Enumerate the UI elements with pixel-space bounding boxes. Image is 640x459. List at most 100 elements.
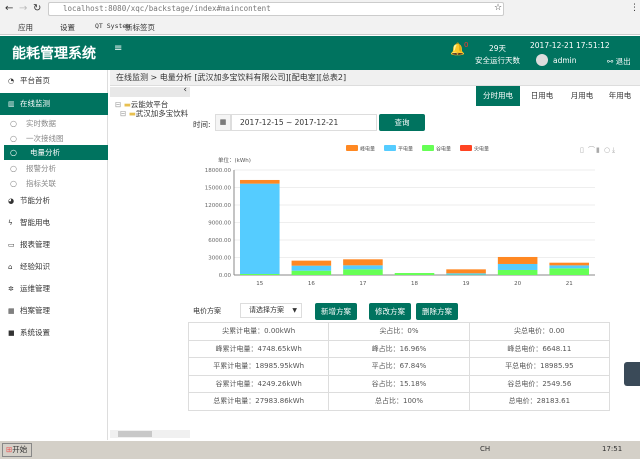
stat-cell: 平累计电量：18985.95kWh	[187, 357, 330, 376]
add-scheme-button[interactable]: 新增方案	[315, 303, 357, 320]
y-tick-label: 9000.00	[208, 221, 231, 227]
tree-node-company[interactable]: ⊟ ▬武汉加多宝饮料	[120, 108, 188, 119]
sidebar-item-saving[interactable]: ◕ 节能分析	[0, 192, 108, 210]
sidebar-item-home[interactable]: ◔ 平台首页	[0, 72, 108, 90]
label: 档案管理	[20, 306, 50, 315]
teamviewer-widget[interactable]	[624, 362, 640, 386]
table-row: 平累计电量：18985.95kWh 平占比：67.84% 平总电价：18985.95	[187, 357, 611, 376]
monitor-icon: ▭	[8, 241, 15, 249]
legend-label: 峰电量	[360, 146, 375, 153]
pie-chart-icon: ◕	[8, 197, 15, 205]
bar-segment	[497, 263, 538, 270]
start-button[interactable]: ⊞开始	[2, 443, 32, 457]
delete-scheme-button[interactable]: 删除方案	[416, 303, 458, 320]
bookmark-settings[interactable]: 设置	[60, 22, 75, 33]
bar-segment	[549, 268, 589, 275]
home-icon: ⌂	[8, 263, 13, 271]
label: 系统设置	[20, 328, 50, 337]
gear-icon: ✲	[8, 285, 14, 293]
sidebar-item-archive[interactable]: ▦ 档案管理	[0, 302, 108, 320]
horizontal-scrollbar[interactable]	[110, 430, 190, 438]
sidebar-sub-index[interactable]: ○ 指标关联	[0, 175, 108, 193]
table-row: 总累计电量：27983.86kWh 总占比：100% 总电价：28183.61	[187, 392, 611, 411]
username[interactable]: admin	[553, 56, 577, 65]
bar-segment	[240, 274, 280, 275]
bar-segment	[291, 270, 332, 275]
run-days-label: 安全运行天数	[475, 56, 520, 65]
stat-cell: 尖占比：0%	[328, 322, 470, 341]
stat-cell: 谷总电价：2549.56	[468, 374, 611, 393]
date-range-input[interactable]: 2017-12-15 ~ 2017-12-21	[231, 114, 377, 131]
star-icon[interactable]: ☆	[494, 3, 502, 13]
app-title: 能耗管理系统	[12, 46, 96, 62]
restore-icon: ○	[604, 146, 610, 154]
stacked-bar-chart: 0.00 3000.00 6000.00 9000.00 12000.00 15000.0…	[205, 145, 615, 287]
scheme-select[interactable]: 请选择方案 ▼	[240, 303, 302, 318]
calendar-icon[interactable]: ▦	[215, 114, 231, 131]
sidebar-item-report[interactable]: ▭ 报表管理	[0, 236, 108, 254]
query-button[interactable]: 查询	[379, 114, 425, 131]
label: 武汉加多宝饮料	[135, 109, 189, 118]
bar-segment	[291, 265, 332, 271]
tab-daily[interactable]: 日用电	[522, 86, 562, 106]
datetime: 2017-12-21 17:51:12	[530, 41, 610, 50]
sidebar-sub-power-analysis[interactable]: ○ 电量分析	[4, 145, 108, 160]
address-bar[interactable]: localhost:8080/xqc/backstage/index#mainc…	[48, 2, 504, 16]
sidebar-item-ops[interactable]: ✲ 运维管理	[0, 280, 108, 298]
stat-cell: 峰累计电量：4748.65kWh	[187, 339, 330, 358]
bell-icon[interactable]: 🔔	[450, 42, 465, 56]
y-tick-label: 3000.00	[208, 256, 231, 262]
stats-table: 尖累计电量：0.00kWh 尖占比：0% 尖总电价：0.00 峰累计电量：4748.6…	[187, 322, 611, 411]
circle-icon: ○	[10, 148, 17, 157]
label: 智能用电	[20, 218, 50, 227]
bar-segment	[549, 265, 589, 269]
sidebar-item-knowledge[interactable]: ⌂ 经验知识	[0, 258, 108, 276]
sidebar: ◔ 平台首页 ▥ 在线监测 ○ 实时数据 ○ 一次接线图 ○ 电量分析 ○ 报警分析 ○ 指标…	[0, 70, 108, 440]
bookmark-apps[interactable]: 应用	[18, 22, 33, 33]
legend-swatch	[384, 145, 396, 151]
stat-cell: 尖累计电量：0.00kWh	[187, 322, 330, 341]
bar-segment	[394, 273, 435, 275]
scheme-label: 电价方案	[193, 307, 221, 315]
taskbar: ⊞开始 CH 17:51	[0, 440, 640, 459]
avatar[interactable]	[536, 54, 548, 66]
stat-cell: 总电价：28183.61	[468, 392, 611, 411]
sidebar-item-monitor[interactable]: ▥ 在线监测	[0, 93, 108, 115]
menu-icon[interactable]: ⋮	[630, 3, 639, 13]
y-axis-label: 单位：(kWh)	[218, 156, 251, 164]
label: 平台首页	[20, 76, 50, 85]
scrollbar-thumb[interactable]	[118, 431, 152, 437]
forward-icon[interactable]: →	[19, 3, 27, 14]
table-row: 峰累计电量：4748.65kWh 峰占比：16.96% 峰总电价：6648.11	[187, 339, 611, 358]
bookmarks-bar: 应用 设置 QT System 新标签页	[0, 18, 640, 35]
time-label: 时间:	[193, 120, 211, 129]
label: 开始	[12, 445, 28, 454]
y-tick-label: 15000.00	[205, 186, 232, 192]
table-row: 谷累计电量：4249.26kWh 谷占比：15.18% 谷总电价：2549.56	[187, 374, 611, 393]
tree-collapse-bar[interactable]: ‹	[110, 85, 190, 97]
reload-icon[interactable]: ↻	[33, 3, 41, 14]
save-image-icon: ▯	[580, 146, 584, 154]
y-tick-label: 12000.00	[205, 203, 232, 209]
legend-label: 谷电量	[436, 146, 451, 153]
caret-down-icon: ▼	[292, 307, 297, 314]
stat-cell: 总占比：100%	[328, 392, 470, 411]
bookmark-newtab[interactable]: 新标签页	[125, 22, 155, 33]
label: 报表管理	[20, 240, 50, 249]
ime-indicator[interactable]: CH	[480, 445, 490, 453]
edit-scheme-button[interactable]: 修改方案	[369, 303, 411, 320]
browser-toolbar: ← → ↻ localhost:8080/xqc/backstage/index…	[0, 0, 640, 18]
bar-chart-icon: ▥	[8, 100, 15, 108]
legend-swatch	[460, 145, 472, 151]
label: 指标关联	[26, 179, 56, 188]
tab-time-of-use[interactable]: 分时用电	[476, 86, 520, 106]
menu-toggle-icon[interactable]: ≡	[114, 43, 122, 54]
sidebar-item-settings[interactable]: ■ 系统设置	[0, 324, 108, 342]
sidebar-item-smart[interactable]: ϟ 智能用电	[0, 214, 108, 232]
tab-monthly[interactable]: 月用电	[562, 86, 602, 106]
logout-button[interactable]: ⚯ 退出	[607, 56, 631, 67]
back-icon[interactable]: ←	[5, 3, 13, 14]
chevron-left-icon[interactable]: ‹	[183, 85, 187, 95]
tab-yearly[interactable]: 年用电	[600, 86, 640, 106]
stat-cell: 平总电价：18985.95	[468, 357, 611, 376]
